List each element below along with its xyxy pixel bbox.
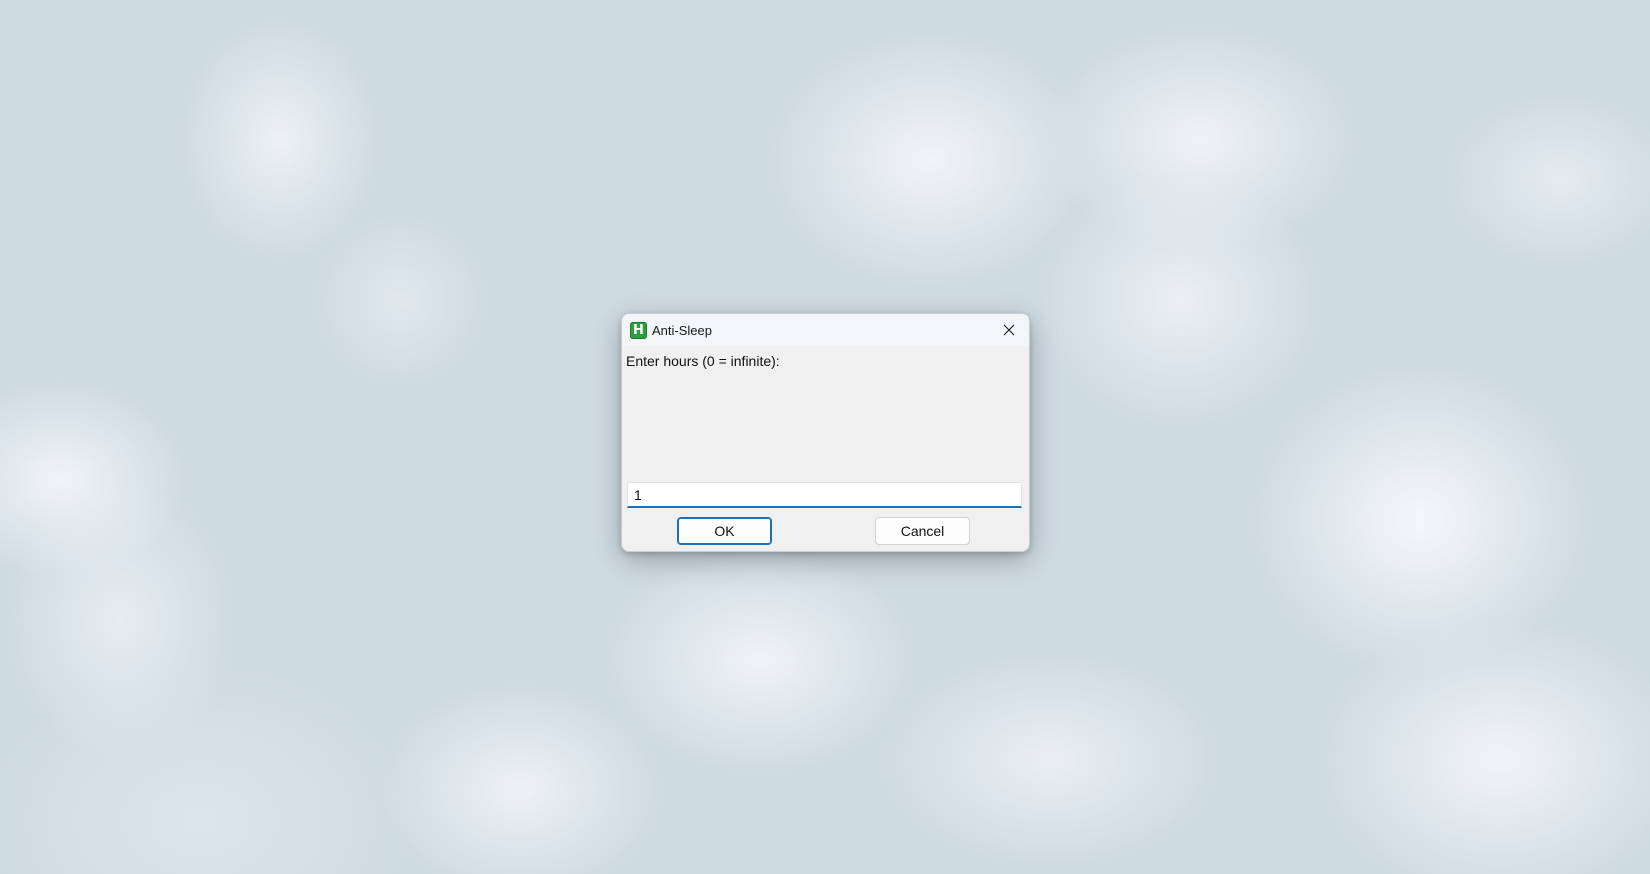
anti-sleep-dialog: H Anti-Sleep Enter hours (0 = infinite):… bbox=[621, 313, 1030, 552]
cancel-button[interactable]: Cancel bbox=[875, 517, 970, 545]
hours-input[interactable] bbox=[627, 482, 1022, 508]
window-title: Anti-Sleep bbox=[652, 323, 712, 338]
app-icon-letter: H bbox=[633, 323, 644, 338]
ok-button[interactable]: OK bbox=[677, 517, 772, 545]
close-button[interactable] bbox=[989, 314, 1029, 346]
app-h-icon: H bbox=[630, 322, 647, 339]
prompt-label: Enter hours (0 = infinite): bbox=[626, 353, 780, 369]
title-bar[interactable]: H Anti-Sleep bbox=[622, 314, 1029, 346]
close-icon bbox=[1003, 324, 1015, 336]
desktop-background: H Anti-Sleep Enter hours (0 = infinite):… bbox=[0, 0, 1650, 874]
